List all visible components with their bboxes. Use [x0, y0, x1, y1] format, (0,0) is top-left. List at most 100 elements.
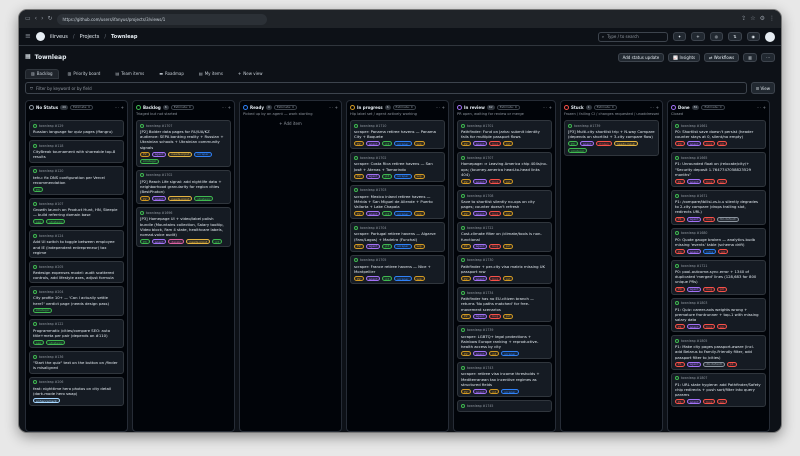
board-card[interactable]: townleap #1680 P0: Quote gauge broken — a…: [671, 227, 766, 258]
card-title[interactable]: Pathfinder + per-city visa matrix missin…: [461, 264, 548, 274]
label-badge[interactable]: p2: [503, 141, 513, 147]
board-card[interactable]: townleap #1722 Cost-climate filter on /cl…: [457, 222, 552, 252]
label-badge[interactable]: p0: [717, 286, 727, 292]
label-badge[interactable]: infra: [703, 249, 717, 255]
label-badge[interactable]: P1: [675, 179, 685, 185]
label-badge[interactable]: p2: [489, 389, 500, 395]
card-title[interactable]: P1: Unrounded float on /relocate/city/+ …: [675, 161, 762, 177]
tab-my-items[interactable]: ▤ My items: [193, 69, 229, 79]
card-title[interactable]: scraper: Costa Rica retiree havens — San…: [354, 161, 441, 171]
label-badge[interactable]: P0: [675, 249, 685, 255]
card-title[interactable]: CityBreak tournament with shareable top-…: [33, 149, 120, 159]
label-badge[interactable]: P0: [675, 286, 685, 292]
breadcrumb-projects[interactable]: Projects: [80, 34, 100, 40]
label-badge[interactable]: scraper: [394, 173, 412, 179]
column-add-icon[interactable]: +: [656, 105, 659, 110]
card-title[interactable]: Growth launch on Product Hunt, HN, Steep…: [33, 207, 120, 217]
menu-icon[interactable]: ⋮: [769, 16, 775, 22]
board-card[interactable]: townleap #205 Redesign expenses model: au…: [29, 261, 124, 284]
filter-input[interactable]: ⛉ Filter by keyword or by field: [25, 82, 747, 94]
board-card[interactable]: townleap #1710 scraper: Panama retiree ha…: [350, 120, 445, 150]
board-card[interactable]: townleap #1703 scraper: Mexico inland ret…: [350, 184, 445, 220]
label-badge[interactable]: P2: [354, 173, 364, 179]
label-badge[interactable]: P0: [675, 141, 685, 147]
card-title[interactable]: scraper: Mexico inland retiree havens — …: [354, 194, 441, 210]
label-badge[interactable]: agent: [472, 211, 488, 217]
label-badge[interactable]: agent: [686, 324, 702, 330]
board-card[interactable]: townleap #1707 [P2] Bolder data pages for…: [136, 120, 231, 167]
label-badge[interactable]: p2: [503, 313, 513, 319]
label-badge[interactable]: P2: [461, 276, 471, 282]
label-badge[interactable]: P2: [461, 351, 471, 357]
label-badge[interactable]: agent: [365, 211, 381, 217]
label-badge[interactable]: agent: [472, 243, 488, 249]
label-badge[interactable]: bug: [489, 211, 502, 217]
column-menu-icon[interactable]: ⋯: [222, 105, 226, 110]
board-card[interactable]: townleap #1805 P1: Make city pages passpo…: [671, 335, 766, 370]
insights-button[interactable]: 📈 Insights: [668, 52, 701, 62]
label-badge[interactable]: scraper: [194, 151, 212, 157]
label-badge[interactable]: P2: [354, 276, 364, 282]
label-badge[interactable]: P2: [461, 141, 471, 147]
github-logo-icon[interactable]: [35, 32, 45, 41]
label-badge[interactable]: p3: [382, 243, 393, 249]
label-badge[interactable]: agent: [472, 313, 488, 319]
board-card[interactable]: townleap #1739 scraper: LGBTQ+ legal prot…: [457, 324, 552, 360]
board-card[interactable]: townleap #118 CityBreak tournament with s…: [29, 140, 124, 163]
label-badge[interactable]: P2: [461, 211, 471, 217]
card-title[interactable]: scraper: Portugal retiree havens — Algar…: [354, 231, 441, 241]
card-title[interactable]: tehu: fix DNS configuration per Vercel r…: [33, 175, 120, 185]
label-badge[interactable]: P2: [140, 196, 150, 202]
bookmark-icon[interactable]: ☆: [750, 16, 755, 22]
back-icon[interactable]: ‹: [35, 16, 37, 22]
layout-button[interactable]: ▥: [743, 52, 757, 62]
label-badge[interactable]: agent: [579, 141, 595, 147]
tab-new-view[interactable]: + New view: [232, 69, 269, 79]
forward-icon[interactable]: ›: [41, 16, 43, 22]
reload-icon[interactable]: ↻: [47, 16, 52, 22]
extensions-icon[interactable]: ⚙: [760, 16, 765, 22]
notifications-button[interactable]: ◉: [746, 32, 760, 41]
label-badge[interactable]: strategic: [568, 148, 588, 154]
label-badge[interactable]: agent: [472, 141, 488, 147]
sidebar-toggle-icon[interactable]: ▭: [25, 16, 31, 22]
label-badge[interactable]: p2: [489, 351, 500, 357]
label-badge[interactable]: db-default: [703, 361, 725, 367]
label-badge[interactable]: frozen: [596, 141, 612, 147]
add-item-button[interactable]: + Add item: [243, 121, 338, 126]
card-title[interactable]: P0: Quote gauge broken — analytics.budb …: [675, 237, 762, 247]
label-badge[interactable]: agent: [365, 276, 381, 282]
label-badge[interactable]: p1: [717, 399, 727, 405]
card-title[interactable]: Programmatic /cities/compare SEO: auto t…: [33, 328, 120, 338]
label-badge[interactable]: bug: [703, 216, 716, 222]
label-badge[interactable]: needs-input: [186, 239, 211, 245]
label-badge[interactable]: agent: [151, 196, 167, 202]
label-badge[interactable]: bug: [489, 276, 502, 282]
label-badge[interactable]: P2: [461, 389, 471, 395]
label-badge[interactable]: P1: [675, 361, 685, 367]
label-badge[interactable]: scraper: [501, 351, 519, 357]
card-title[interactable]: Redesign expenses model: audit scattered…: [33, 270, 120, 280]
card-title[interactable]: Save to shortlist silently no-ops on cit…: [461, 199, 548, 209]
board-card[interactable]: townleap #124 Add UI switch to toggle bet…: [29, 230, 124, 259]
board-card[interactable]: townleap #1705 scraper: France retiree ha…: [350, 254, 445, 285]
board-card[interactable]: townleap #1739 [P3] Multi-city shortlist …: [564, 120, 659, 157]
card-title[interactable]: Pathfinder has no EU-citizen branch — re…: [461, 296, 548, 312]
label-badge[interactable]: bug: [703, 286, 716, 292]
label-badge[interactable]: design: [168, 239, 185, 245]
breadcrumb-owner[interactable]: ilirveus: [50, 34, 68, 40]
pulls-button[interactable]: ⇅: [728, 32, 742, 41]
label-badge[interactable]: bug: [489, 243, 502, 249]
label-badge[interactable]: needs-input: [613, 141, 638, 147]
label-badge[interactable]: p0: [718, 249, 729, 255]
label-badge[interactable]: strategic: [33, 307, 53, 313]
label-badge[interactable]: agent: [472, 389, 488, 395]
label-badge[interactable]: agent: [686, 141, 702, 147]
status-update-button[interactable]: Add status update: [617, 52, 665, 62]
label-badge[interactable]: seo: [33, 340, 45, 346]
label-badge[interactable]: P2: [354, 243, 364, 249]
board-card[interactable]: townleap #129 Russian language for quiz p…: [29, 120, 124, 138]
card-title[interactable]: [P3] Multi-city shortlist trip + N-way C…: [568, 129, 655, 139]
label-badge[interactable]: bug: [489, 141, 502, 147]
board-card[interactable]: townleap #136 "Start the quiz" text on th…: [29, 351, 124, 374]
